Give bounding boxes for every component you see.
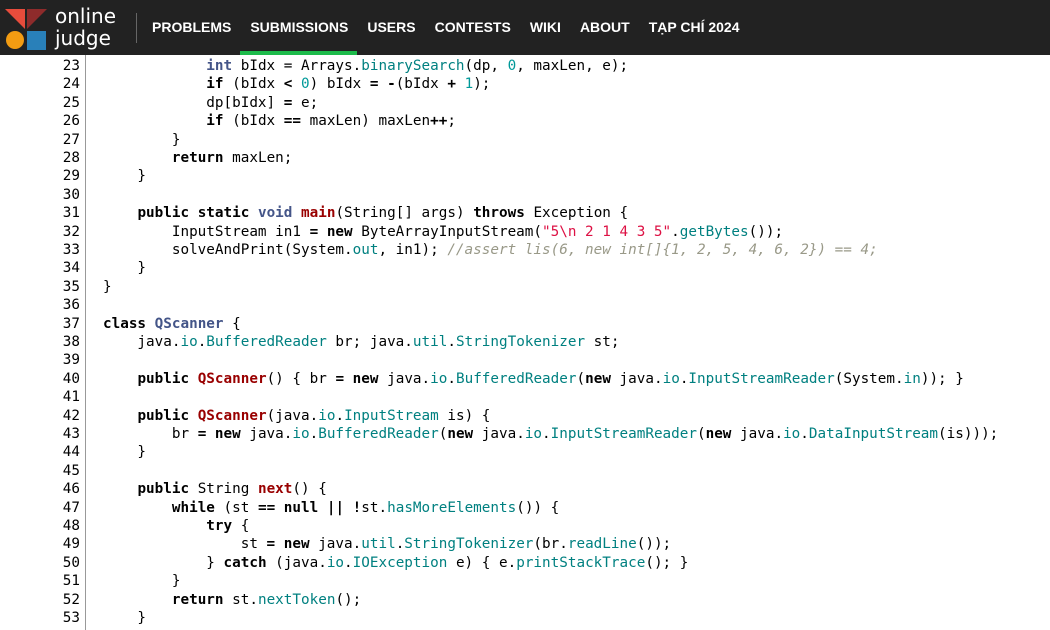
nav-item-wiki[interactable]: WIKI xyxy=(520,0,570,55)
code-text: solveAndPrint(System.out, in1); //assert… xyxy=(103,242,878,258)
code-text: dp[bIdx] = e; xyxy=(103,94,319,111)
nav-divider xyxy=(136,13,137,43)
code-text: int bIdx = Arrays.binarySearch(dp, 0, ma… xyxy=(206,58,629,74)
code-text: public String next() { xyxy=(137,481,327,498)
line-number: 45 xyxy=(62,462,80,479)
logo-text: online judge xyxy=(55,5,116,49)
line-number: 26 xyxy=(62,113,80,130)
line-number: 40 xyxy=(62,370,80,387)
logo-line-1: online xyxy=(55,4,117,28)
code-text: } xyxy=(103,168,147,185)
nav-item-problems[interactable]: PROBLEMS xyxy=(142,0,240,55)
code-text: return st.nextToken(); xyxy=(171,591,362,608)
code-text: } xyxy=(103,444,147,461)
code-text: } xyxy=(103,131,181,148)
line-number: 30 xyxy=(62,186,80,203)
nav-item-t-p-ch-2024[interactable]: TẠP CHÍ 2024 xyxy=(639,0,749,55)
logo-line-2: judge xyxy=(55,26,111,50)
line-number: 50 xyxy=(62,554,80,571)
nav-item-contests[interactable]: CONTESTS xyxy=(425,0,520,55)
code-text: } xyxy=(103,260,147,277)
line-number: 47 xyxy=(62,499,80,516)
line-number: 37 xyxy=(62,315,80,332)
code-text: InputStream in1 = new ByteArrayInputStre… xyxy=(103,223,784,240)
line-number: 53 xyxy=(62,610,80,626)
code-text: try { xyxy=(206,518,250,534)
line-number: 29 xyxy=(62,168,80,185)
line-number: 28 xyxy=(62,150,80,166)
logo-icon xyxy=(5,9,47,50)
line-number: 25 xyxy=(62,94,80,111)
code-text: class QScanner { xyxy=(103,315,241,332)
nav-item-submissions[interactable]: SUBMISSIONS xyxy=(240,0,358,55)
code-text: java.io.BufferedReader br; java.util.Str… xyxy=(103,334,620,350)
line-number: 23 xyxy=(62,58,80,74)
code-text: while (st == null || !st.hasMoreElements… xyxy=(171,499,560,516)
line-number: 35 xyxy=(62,278,80,295)
code-text: if (bIdx == maxLen) maxLen++; xyxy=(206,113,456,130)
line-number: 38 xyxy=(62,334,80,350)
nav-item-about[interactable]: ABOUT xyxy=(570,0,639,55)
top-navbar: online judge PROBLEMS SUBMISSIONS USERS CON… xyxy=(0,0,1050,55)
code-text: public QScanner() { br = new java.io.Buf… xyxy=(137,370,964,387)
code-text: st = new java.util.StringTokenizer(br.re… xyxy=(103,536,672,553)
line-number-gutter-border xyxy=(85,55,86,630)
code-text: } xyxy=(103,278,112,295)
nav-item-users[interactable]: USERS xyxy=(357,0,424,55)
line-number: 33 xyxy=(62,242,80,258)
code-text: br = new java.io.BufferedReader(new java… xyxy=(103,426,999,442)
source-code-view: 23 int bIdx = Arrays.binarySearch(dp, 0,… xyxy=(0,55,1050,630)
code-text: if (bIdx < 0) bIdx = -(bIdx + 1); xyxy=(206,76,491,93)
line-number: 27 xyxy=(62,131,80,148)
line-number: 46 xyxy=(62,481,80,498)
code-text: } catch (java.io.IOException e) { e.prin… xyxy=(103,554,689,571)
line-number: 31 xyxy=(62,205,80,222)
code-text: public QScanner(java.io.InputStream is) … xyxy=(137,407,491,424)
line-number: 49 xyxy=(62,536,80,553)
line-number: 44 xyxy=(62,444,80,461)
line-number: 43 xyxy=(62,426,80,442)
main-nav: PROBLEMS SUBMISSIONS USERS CONTESTS WIKI ABOU… xyxy=(142,0,749,55)
line-number: 34 xyxy=(62,260,80,277)
line-number: 41 xyxy=(62,389,80,406)
line-number: 24 xyxy=(62,76,80,93)
line-number: 32 xyxy=(62,223,80,240)
line-number: 42 xyxy=(62,407,80,424)
code-text: return maxLen; xyxy=(171,150,293,166)
line-number: 39 xyxy=(62,352,80,369)
code-text: } xyxy=(103,573,181,590)
code-text: } xyxy=(103,610,147,626)
code-text: public static void main(String[] args) t… xyxy=(137,205,629,222)
line-number: 51 xyxy=(62,573,80,590)
line-number: 36 xyxy=(62,297,80,314)
line-number: 52 xyxy=(62,591,80,608)
site-logo[interactable]: online judge xyxy=(0,0,130,55)
line-number: 48 xyxy=(62,518,80,534)
